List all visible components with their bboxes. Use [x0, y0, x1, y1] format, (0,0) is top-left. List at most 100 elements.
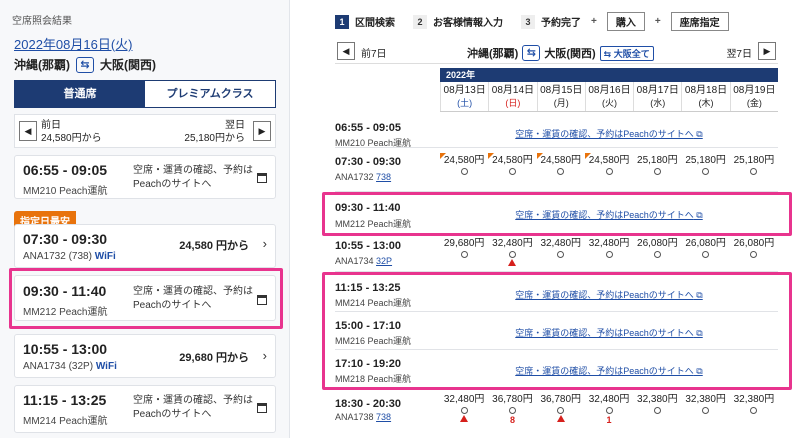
plus-icon: +: [591, 16, 597, 27]
external-link-icon: [257, 173, 267, 183]
prev-day-button[interactable]: ◀: [19, 121, 37, 141]
flight-card[interactable]: 07:30 - 09:30 ANA1732 (738) WiFi 24,580 …: [14, 224, 276, 268]
swap-icon[interactable]: ⇆: [76, 56, 94, 73]
price-cell[interactable]: 26,080円: [681, 238, 729, 266]
price-cell[interactable]: 32,380円: [730, 394, 778, 426]
flight-time: 06:55 - 09:05: [23, 162, 108, 178]
price-cell[interactable]: 32,380円: [681, 394, 729, 426]
price: 32,480円: [443, 394, 485, 405]
flight-number: ANA1732 (738) WiFi: [23, 251, 116, 262]
flight-card[interactable]: 11:15 - 13:25 MM214 Peach運航 空席・運賃の確認、予約は…: [14, 385, 276, 433]
next-week-label[interactable]: 翌7日: [726, 45, 752, 60]
peach-note: 空席・運賃の確認、予約は Peachのサイトへ: [133, 165, 253, 190]
price-cell[interactable]: 25,180円: [633, 155, 681, 175]
peach-link-text: 空席・運賃の確認、予約はPeachのサイトへ: [515, 129, 694, 139]
peach-link[interactable]: 空席・運賃の確認、予約はPeachのサイトへ ⧉: [440, 127, 778, 140]
available-icon: [750, 407, 758, 414]
row-time: 10:55 - 13:00: [335, 240, 402, 252]
price: 32,380円: [685, 394, 726, 405]
price-cell[interactable]: 32,480円: [440, 394, 488, 426]
date-column[interactable]: 08月17日 (水): [633, 82, 681, 111]
date-column[interactable]: 08月13日 (土): [440, 82, 488, 111]
available-icon: [557, 251, 565, 258]
available-icon: [460, 251, 468, 258]
flag-icon: [440, 153, 446, 159]
price-cell[interactable]: 25,180円: [681, 155, 729, 175]
prev-week-label[interactable]: 前7日: [361, 45, 387, 60]
flight-card[interactable]: 06:55 - 09:05 MM210 Peach運航 空席・運賃の確認、予約は…: [14, 155, 276, 199]
origin-label: 沖縄(那覇): [467, 48, 519, 60]
price-cell[interactable]: 24,580円: [488, 153, 536, 175]
tab-economy[interactable]: 普通席: [15, 81, 145, 107]
available-icon: [750, 168, 758, 175]
flight-code: ANA1732: [23, 251, 66, 262]
next-day-price: 25,180円から: [184, 133, 245, 144]
day-navigation: ◀ 前日 24,580円から 翌日 25,180円から ▶: [14, 114, 276, 148]
price-cell[interactable]: 36,780円: [537, 394, 585, 426]
aircraft-link[interactable]: 32P: [376, 256, 392, 266]
selected-date-link[interactable]: 2022年08月16日(火): [14, 34, 133, 53]
price-cell[interactable]: 26,080円: [633, 238, 681, 266]
all-osaka-button[interactable]: ⇆ 大阪全て: [599, 45, 654, 61]
flag-icon: [488, 153, 495, 159]
route-header: 沖縄(那覇) ⇆ 大阪(関西): [14, 56, 156, 73]
price-cell[interactable]: 25,180円: [730, 155, 778, 175]
next-day-button[interactable]: ▶: [253, 121, 271, 141]
price: 29,680円: [443, 238, 485, 249]
flight-price: 29,680 円から: [179, 352, 249, 364]
class-tabs: 普通席 プレミアムクラス: [14, 80, 276, 108]
prev-week-button[interactable]: ◀: [337, 42, 355, 60]
aircraft-link[interactable]: 738: [376, 172, 391, 182]
wifi-icon: WiFi: [94, 251, 116, 262]
date-label: 08月19日: [733, 85, 776, 96]
price-cell[interactable]: 32,480円: [537, 238, 585, 266]
next-week-button[interactable]: ▶: [758, 42, 776, 60]
peach-note: 空席・運賃の確認、予約は Peachのサイトへ: [133, 395, 253, 420]
date-column[interactable]: 08月14日 (日): [488, 82, 536, 111]
price-cell[interactable]: 32,480円: [585, 238, 633, 266]
row-flight: ANA1734 32P: [335, 256, 392, 266]
flight-code: ANA1734: [23, 361, 66, 372]
step-number: 3: [521, 14, 535, 29]
available-icon: [702, 407, 710, 414]
tab-premium[interactable]: プレミアムクラス: [145, 81, 275, 107]
seat-step: 座席指定: [670, 12, 729, 31]
weekday-label: (月): [553, 98, 569, 108]
step-number: 1: [335, 14, 349, 29]
aircraft-link[interactable]: 738: [376, 412, 391, 422]
chevron-left-icon: ◀: [342, 46, 350, 56]
date-label: 08月15日: [540, 85, 583, 96]
section-title: 空席照会結果: [12, 16, 72, 27]
date-label: 08月16日: [588, 85, 631, 96]
price-cell[interactable]: 24,580円: [584, 153, 633, 175]
date-column[interactable]: 08月19日 (金): [729, 82, 778, 111]
date-column[interactable]: 08月16日 (火): [584, 82, 633, 111]
chevron-right-icon: ▶: [258, 126, 266, 136]
price-cell[interactable]: 24,580円: [440, 153, 488, 175]
price: 24,580円: [588, 155, 630, 166]
seats-left: 8: [509, 415, 515, 425]
flight-number: ANA1734 (32P) WiFi: [23, 361, 117, 372]
available-icon: [653, 407, 661, 414]
table-row: 07:30 - 09:30 ANA1732 738 24,580円 24,580…: [335, 148, 778, 192]
flight-card[interactable]: 10:55 - 13:00 ANA1734 (32P) WiFi 29,680 …: [14, 334, 276, 378]
route-header: 沖縄(那覇) ⇆ 大阪(関西) ⇆ 大阪全て: [467, 45, 654, 61]
swap-icon[interactable]: ⇆: [522, 45, 541, 61]
date-column[interactable]: 08月15日 (月): [536, 82, 585, 111]
price-cell[interactable]: 32,480円 1: [585, 394, 633, 426]
step-label: お客様情報入力: [433, 18, 503, 29]
flight-time: 07:30 - 09:30: [23, 231, 108, 247]
available-icon: [460, 168, 468, 175]
price-cell[interactable]: 32,380円: [633, 394, 681, 426]
price-cell[interactable]: 32,480円: [488, 238, 536, 266]
date-column[interactable]: 08月18日 (木): [681, 82, 729, 111]
price: 24,580円: [540, 155, 582, 166]
flight-code: ANA1732: [335, 172, 374, 182]
price-cell[interactable]: 36,780円 8: [488, 394, 536, 426]
price-cell[interactable]: 26,080円: [730, 238, 778, 266]
price: 32,480円: [588, 238, 630, 249]
prev-day-label: 前日: [41, 120, 61, 131]
prev-day-info: 前日 24,580円から: [41, 119, 102, 145]
price-cell[interactable]: 29,680円: [440, 238, 488, 266]
price-cell[interactable]: 24,580円: [536, 153, 585, 175]
